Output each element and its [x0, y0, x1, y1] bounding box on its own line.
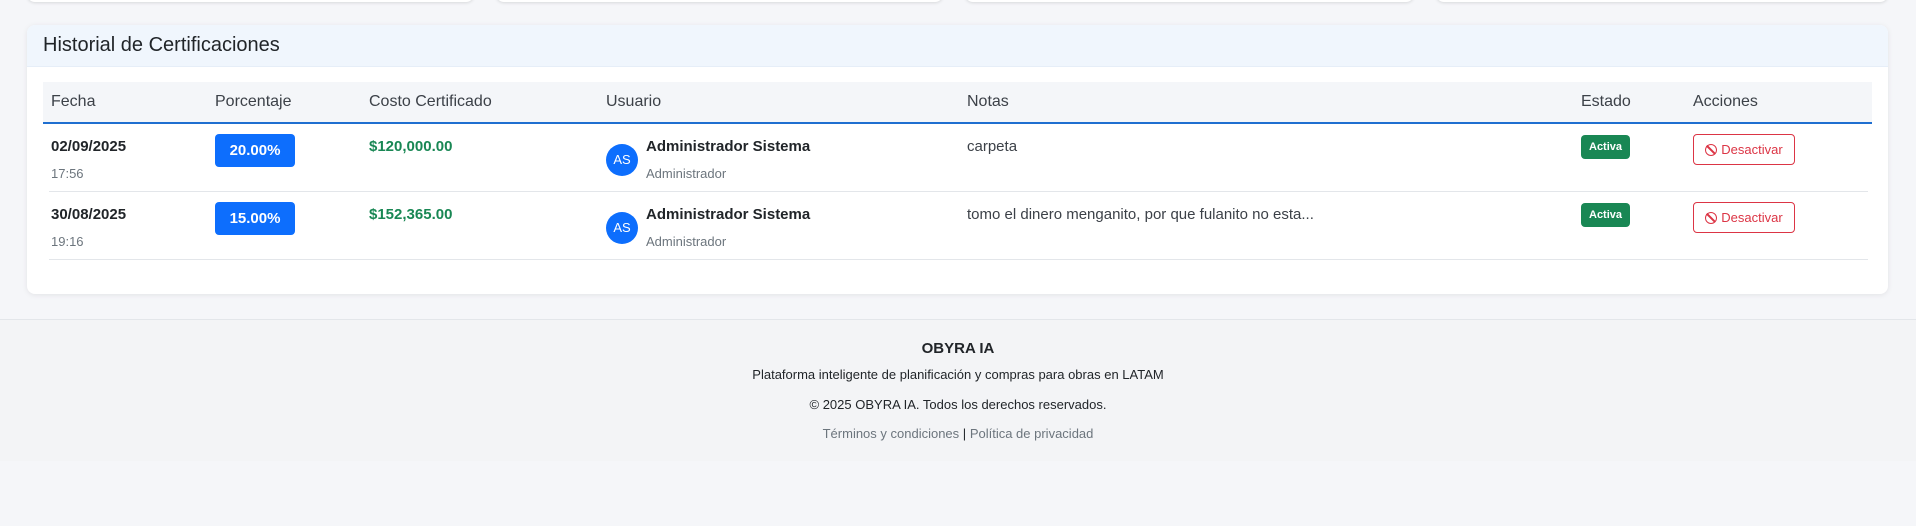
- row-notes: tomo el dinero menganito, por que fulani…: [967, 206, 1314, 223]
- avatar: AS: [606, 144, 638, 176]
- percentage-badge: 15.00%: [215, 202, 295, 235]
- deactivate-button[interactable]: Desactivar: [1693, 202, 1795, 233]
- avatar: AS: [606, 212, 638, 244]
- user-role: Administrador: [646, 166, 727, 181]
- privacy-link[interactable]: Política de privacidad: [970, 426, 1094, 441]
- user-role: Administrador: [646, 234, 727, 249]
- row-time: 19:16: [51, 234, 84, 249]
- card-title: Historial de Certificaciones: [43, 34, 280, 56]
- footer-link-separator: |: [962, 426, 967, 441]
- table-row: 30/08/2025 19:16 15.00% $152,365.00 AS A…: [49, 192, 1868, 260]
- footer-links: Términos y condiciones | Política de pri…: [0, 426, 1916, 441]
- column-header-acciones: Acciones: [1693, 93, 1758, 110]
- column-header-estado: Estado: [1581, 93, 1631, 110]
- column-header-porcentaje: Porcentaje: [215, 93, 292, 110]
- row-date: 30/08/2025: [51, 206, 127, 223]
- footer-tagline: Plataforma inteligente de planificación …: [752, 367, 1164, 382]
- column-header-usuario: Usuario: [606, 93, 662, 110]
- user-name: Administrador Sistema: [646, 138, 811, 155]
- top-card-4: [1436, 0, 1888, 2]
- table-row: 02/09/2025 17:56 20.00% $120,000.00 AS A…: [49, 124, 1868, 192]
- ban-icon: [1705, 211, 1718, 224]
- top-cards-row: [0, 0, 1916, 4]
- table-header: Fecha Porcentaje Costo Certificado Usuar…: [43, 82, 1872, 124]
- row-date: 02/09/2025: [51, 138, 127, 155]
- percentage-badge: 20.00%: [215, 134, 295, 167]
- deactivate-label: Desactivar: [1721, 142, 1783, 157]
- column-header-notas: Notas: [967, 93, 1009, 110]
- top-card-1: [27, 0, 474, 2]
- top-card-3: [965, 0, 1414, 2]
- top-card-2: [496, 0, 943, 2]
- terms-link[interactable]: Términos y condiciones: [823, 426, 960, 441]
- certified-cost: $152,365.00: [369, 206, 453, 223]
- ban-icon: [1705, 143, 1718, 156]
- row-time: 17:56: [51, 166, 84, 181]
- status-badge: Activa: [1581, 203, 1631, 227]
- certification-table: Fecha Porcentaje Costo Certificado Usuar…: [43, 82, 1872, 260]
- footer-brand: OBYRA IA: [921, 340, 995, 357]
- page-bottom-area: [0, 461, 1916, 526]
- status-badge: Activa: [1581, 135, 1631, 159]
- page-footer: OBYRA IA Plataforma inteligente de plani…: [0, 319, 1916, 461]
- card-header: Historial de Certificaciones: [27, 25, 1888, 67]
- deactivate-label: Desactivar: [1721, 210, 1783, 225]
- deactivate-button[interactable]: Desactivar: [1693, 134, 1795, 165]
- certification-history-card: Historial de Certificaciones Fecha Porce…: [27, 25, 1888, 294]
- column-header-costo: Costo Certificado: [369, 93, 492, 110]
- certified-cost: $120,000.00: [369, 138, 453, 155]
- user-name: Administrador Sistema: [646, 206, 811, 223]
- row-notes: carpeta: [967, 138, 1018, 155]
- footer-copyright: © 2025 OBYRA IA. Todos los derechos rese…: [809, 397, 1107, 412]
- column-header-fecha: Fecha: [51, 93, 96, 110]
